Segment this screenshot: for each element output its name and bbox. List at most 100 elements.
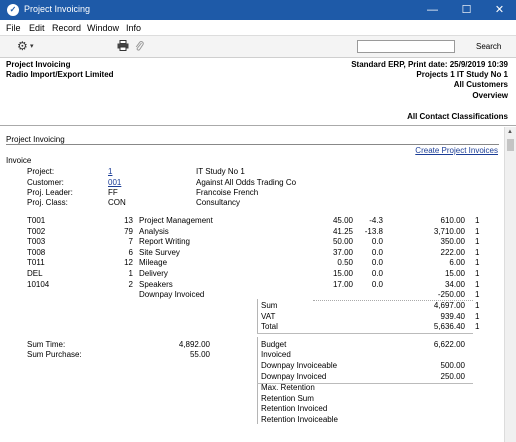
field-label: Project: [27, 167, 55, 176]
row-discount: -4.3 [369, 216, 383, 225]
row-flag: 1 [475, 248, 480, 257]
totals-flag: 1 [475, 312, 480, 321]
totals-value: 939.40 [440, 312, 465, 321]
row-sum: 610.00 [440, 216, 465, 225]
paperclip-icon[interactable] [135, 40, 144, 55]
row-discount: 0.0 [371, 248, 383, 257]
row-qty: 79 [124, 227, 133, 236]
field-desc: Against All Odds Trading Co [196, 178, 297, 187]
row-discount: 0.0 [371, 258, 383, 267]
row-desc: Site Survey [139, 248, 180, 257]
field-desc: IT Study No 1 [196, 167, 245, 176]
menu-info[interactable]: Info [126, 23, 141, 33]
menu-record[interactable]: Record [52, 23, 81, 33]
window-title: Project Invoicing [24, 4, 91, 14]
project-link[interactable]: 1 [108, 167, 112, 176]
row-price: 15.00 [332, 269, 353, 278]
row-code: T008 [27, 248, 46, 257]
row-price: 50.00 [332, 237, 353, 246]
project-filter: Projects 1 IT Study No 1 [416, 70, 508, 79]
vertical-scrollbar[interactable]: ▲ [504, 127, 516, 442]
row-code: T001 [27, 216, 46, 225]
scroll-up-icon[interactable]: ▲ [507, 129, 513, 135]
row-flag: 1 [475, 237, 480, 246]
row-code: T003 [27, 237, 46, 246]
field-label: Customer: [27, 178, 64, 187]
row-code: DEL [27, 269, 43, 278]
maximize-button[interactable]: ☐ [450, 0, 483, 20]
row-price: 41.25 [332, 227, 353, 236]
retention-label: Max. Retention [261, 383, 315, 392]
row-qty: 13 [124, 216, 133, 225]
toolbar: ⚙ ▾ Search [0, 36, 516, 58]
scroll-thumb[interactable] [507, 139, 514, 151]
row-qty: 7 [128, 237, 133, 246]
report-header: Project Invoicing Radio Import/Export Li… [0, 58, 516, 126]
row-flag: 1 [475, 269, 480, 278]
minimize-button[interactable]: — [416, 0, 449, 20]
retention-label: Retention Sum [261, 394, 314, 403]
field-value: FF [108, 188, 118, 197]
row-sum: 6.00 [449, 258, 465, 267]
menu-edit[interactable]: Edit [29, 23, 45, 33]
gear-icon[interactable]: ⚙ [17, 39, 28, 53]
invoice-label: Invoice [6, 156, 32, 165]
row-desc: Mileage [139, 258, 168, 267]
field-value: CON [108, 198, 126, 207]
row-flag: 1 [475, 258, 480, 267]
menu-file[interactable]: File [6, 23, 21, 33]
printer-icon[interactable] [117, 40, 129, 54]
summary-value: 4,892.00 [178, 340, 210, 349]
totals-value: 4,697.00 [433, 301, 465, 310]
customer-link[interactable]: 001 [108, 178, 121, 187]
row-code: 10104 [27, 280, 50, 289]
section-divider [6, 144, 499, 145]
chevron-down-icon[interactable]: ▾ [30, 42, 34, 50]
row-discount: 0.0 [371, 280, 383, 289]
row-code: T002 [27, 227, 46, 236]
row-discount: 0.0 [371, 237, 383, 246]
row-sum: 350.00 [440, 237, 465, 246]
row-price: 45.00 [332, 216, 353, 225]
row-desc: Delivery [139, 269, 168, 278]
row-code: T011 [27, 258, 45, 267]
row-discount: 0.0 [371, 269, 383, 278]
create-invoices-link[interactable]: Create Project Invoices [415, 146, 498, 155]
retention-label: Retention Invoiced [261, 404, 328, 413]
summary-value: 250.00 [440, 372, 465, 381]
retention-divider [257, 384, 258, 424]
row-desc: Speakers [139, 280, 173, 289]
field-desc: Consultancy [196, 198, 241, 207]
customer-filter: All Customers [453, 80, 508, 89]
row-flag: 1 [475, 227, 480, 236]
row-sum: 15.00 [444, 269, 465, 278]
search-button[interactable]: Search [476, 42, 501, 51]
report-title: Project Invoicing [6, 60, 71, 69]
totals-bottom-line [257, 333, 473, 334]
row-desc: Project Management [139, 216, 213, 225]
row-desc: Analysis [139, 227, 169, 236]
row-desc: Report Writing [139, 237, 190, 246]
row-sum: 3,710.00 [433, 227, 465, 236]
row-sum: -250.00 [437, 290, 465, 299]
row-price: 17.00 [332, 280, 353, 289]
overview-label: Overview [472, 91, 508, 100]
title-bar: ✓ Project Invoicing — ☐ ✕ [0, 0, 516, 20]
field-label: Proj. Class: [27, 198, 68, 207]
totals-value: 5,636.40 [433, 322, 465, 331]
close-button[interactable]: ✕ [483, 0, 516, 20]
print-info: Standard ERP, Print date: 25/9/2019 10:3… [351, 60, 508, 69]
summary-label: Sum Time: [27, 340, 66, 349]
row-qty: 2 [128, 280, 133, 289]
summary-label: Invoiced [261, 350, 291, 359]
menu-bar: File Edit Record Window Info [0, 20, 516, 36]
search-input[interactable] [357, 40, 455, 53]
summary-label: Budget [261, 340, 287, 349]
row-discount: -13.8 [364, 227, 383, 236]
totals-label: VAT [261, 312, 276, 321]
summary-label: Downpay Invoiced [261, 372, 327, 381]
row-sum: 34.00 [444, 280, 465, 289]
section-title: Project Invoicing [6, 135, 65, 144]
menu-window[interactable]: Window [87, 23, 119, 33]
company-name: Radio Import/Export Limited [6, 70, 114, 79]
